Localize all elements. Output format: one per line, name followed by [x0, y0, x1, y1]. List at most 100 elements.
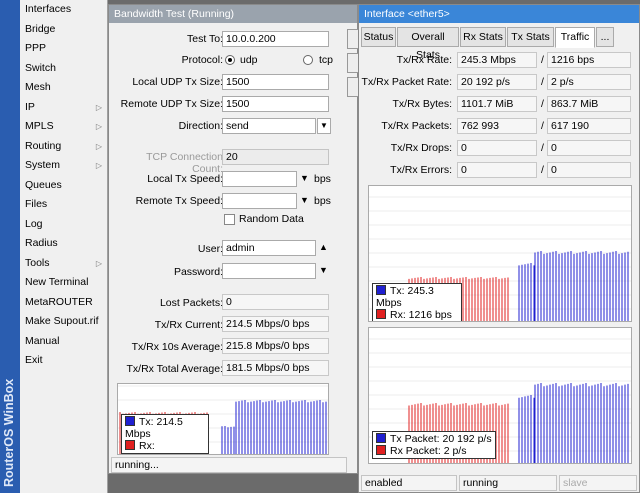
stat-label: Tx/Rx Bytes: [392, 98, 452, 110]
legend-tx-row: Tx: 214.5 Mbps [125, 416, 205, 440]
stat-label: Tx/Rx Rate: [396, 54, 452, 66]
graph2-tx-label: Tx Packet: [390, 433, 440, 445]
tx-color-swatch [376, 285, 386, 295]
menu-item-ip[interactable]: IP ▷ [20, 98, 108, 118]
traffic-rate-legend: Tx: 245.3 Mbps Rx: 1216 bps [372, 283, 462, 321]
graph1-tx-label: Tx: [390, 285, 405, 297]
stat-separator: / [541, 120, 544, 132]
tab-traffic[interactable]: Traffic [555, 27, 595, 48]
menu-item-switch[interactable]: Switch [20, 59, 108, 79]
menu-item-exit[interactable]: Exit [20, 351, 108, 371]
menu-item-radius[interactable]: Radius [20, 234, 108, 254]
menu-item-bridge[interactable]: Bridge [20, 20, 108, 40]
graph2-rx-value: 2 p/s [443, 445, 467, 457]
local-tx-speed-dropdown-icon[interactable]: ▼ [300, 173, 309, 183]
graph1-tx-row: Tx: 245.3 Mbps [376, 285, 458, 309]
txrx-10s-average-label: Tx/Rx 10s Average: [131, 341, 223, 353]
menu-item-files[interactable]: Files [20, 195, 108, 215]
menu-item-make-supout-rif[interactable]: Make Supout.rif [20, 312, 108, 332]
tab-tx-stats[interactable]: Tx Stats [507, 27, 554, 47]
packet-rate-legend: Tx Packet: 20 192 p/s Rx Packet: 2 p/s [372, 431, 496, 459]
test-to-field[interactable]: 10.0.0.200 [222, 31, 329, 47]
rx-color-swatch [376, 445, 386, 455]
tab-rx-stats[interactable]: Rx Stats [460, 27, 506, 47]
tab-more[interactable]: ... [596, 27, 614, 47]
menu-item-system[interactable]: System ▷ [20, 156, 108, 176]
lost-packets-value: 0 [222, 294, 329, 310]
tab-overall-stats[interactable]: Overall Stats [397, 27, 459, 61]
stat-label: Tx/Rx Packets: [381, 120, 452, 132]
local-tx-speed-unit: bps [314, 173, 331, 185]
tcp-connection-count-label: TCP Connection Count: [146, 151, 223, 175]
menu-item-label: Bridge [25, 22, 56, 35]
protocol-tcp-radio[interactable] [303, 55, 313, 65]
menu-item-label: Queues [25, 178, 62, 191]
menu-item-label: Tools [25, 256, 50, 269]
menu-item-label: PPP [25, 42, 47, 54]
graph2-rx-label: Rx Packet: [390, 445, 441, 457]
stat-separator: / [541, 164, 544, 176]
menu-list: Interfaces Bridge PPP Switch Mesh IP ▷ MPLS ▷ Rou… [20, 0, 108, 371]
stat-separator: / [541, 98, 544, 110]
menu-item-label: Make Supout.rif [25, 315, 99, 327]
direction-select[interactable]: send [222, 118, 316, 134]
txrx-current-label: Tx/Rx Current: [154, 319, 223, 331]
txrx-current-value: 214.5 Mbps/0 bps [222, 316, 329, 332]
user-field[interactable]: admin [222, 240, 316, 256]
stat-tx-value: 762 993 [457, 118, 537, 134]
menu-item-metarouter[interactable]: MetaROUTER [20, 293, 108, 313]
stat-rx-value: 863.7 MiB [547, 96, 631, 112]
random-data-label: Random Data [239, 213, 304, 225]
stat-label: Tx/Rx Drops: [390, 142, 452, 154]
tab-status[interactable]: Status [361, 27, 396, 47]
remote-udp-size-label: Remote UDP Tx Size: [120, 98, 223, 110]
menu-item-interfaces[interactable]: Interfaces [20, 0, 108, 20]
graph2-tx-row: Tx Packet: 20 192 p/s [376, 433, 492, 445]
graph1-rx-row: Rx: 1216 bps [376, 309, 458, 321]
menu-item-queues[interactable]: Queues [20, 176, 108, 196]
remote-tx-speed-dropdown-icon[interactable]: ▼ [300, 195, 309, 205]
tcp-connection-count-field[interactable]: 20 [222, 149, 329, 165]
local-tx-speed-field[interactable] [222, 171, 297, 187]
password-field[interactable] [222, 263, 316, 279]
remote-udp-size-field[interactable]: 1500 [222, 96, 329, 112]
interface-title: Interface <ether5> [359, 5, 639, 23]
password-dropdown-icon[interactable]: ▼ [319, 265, 328, 275]
submenu-arrow-icon: ▷ [95, 161, 102, 170]
menu-item-label: MetaROUTER [25, 295, 93, 308]
menu-item-manual[interactable]: Manual [20, 332, 108, 352]
user-label: User: [197, 243, 223, 255]
remote-tx-speed-field[interactable] [222, 193, 297, 209]
local-udp-size-field[interactable]: 1500 [222, 74, 329, 90]
menu-item-mesh[interactable]: Mesh [20, 78, 108, 98]
menu-item-tools[interactable]: Tools ▷ [20, 254, 108, 274]
bandwidth-graph: Tx: 214.5 Mbps Rx: [117, 383, 329, 455]
user-dropdown-icon[interactable]: ▲ [319, 242, 328, 252]
stat-separator: / [541, 54, 544, 66]
legend-rx-row: Rx: [125, 440, 205, 452]
direction-dropdown-icon[interactable]: ▼ [317, 118, 331, 134]
packet-rate-graph: Tx Packet: 20 192 p/s Rx Packet: 2 p/s [368, 327, 632, 464]
stat-tx-value: 245.3 Mbps [457, 52, 537, 68]
local-tx-speed-label: Local Tx Speed: [147, 173, 223, 185]
protocol-udp-label: udp [240, 54, 258, 66]
stat-rx-value: 2 p/s [547, 74, 631, 90]
stat-tx-value: 0 [457, 162, 537, 178]
menu-item-new-terminal[interactable]: New Terminal [20, 273, 108, 293]
submenu-arrow-icon: ▷ [95, 102, 102, 112]
protocol-udp-radio[interactable] [225, 55, 235, 65]
menu-item-log[interactable]: Log [20, 215, 108, 235]
password-label: Password: [173, 266, 223, 278]
stat-tx-value: 0 [457, 140, 537, 156]
tx-color-swatch [125, 416, 135, 426]
submenu-arrow-icon: ▷ [95, 141, 102, 151]
tx-color-swatch [376, 433, 386, 443]
menu-item-routing[interactable]: Routing ▷ [20, 137, 108, 157]
side-menu: RouterOS WinBox Interfaces Bridge PPP Switc… [0, 0, 108, 493]
menu-item-mpls[interactable]: MPLS ▷ [20, 117, 108, 137]
rx-color-swatch [125, 440, 135, 450]
traffic-rate-graph: Tx: 245.3 Mbps Rx: 1216 bps [368, 185, 632, 322]
menu-item-ppp[interactable]: PPP [20, 39, 108, 59]
bandwidth-test-title: Bandwidth Test (Running) [109, 5, 357, 23]
random-data-checkbox[interactable] [224, 214, 235, 225]
